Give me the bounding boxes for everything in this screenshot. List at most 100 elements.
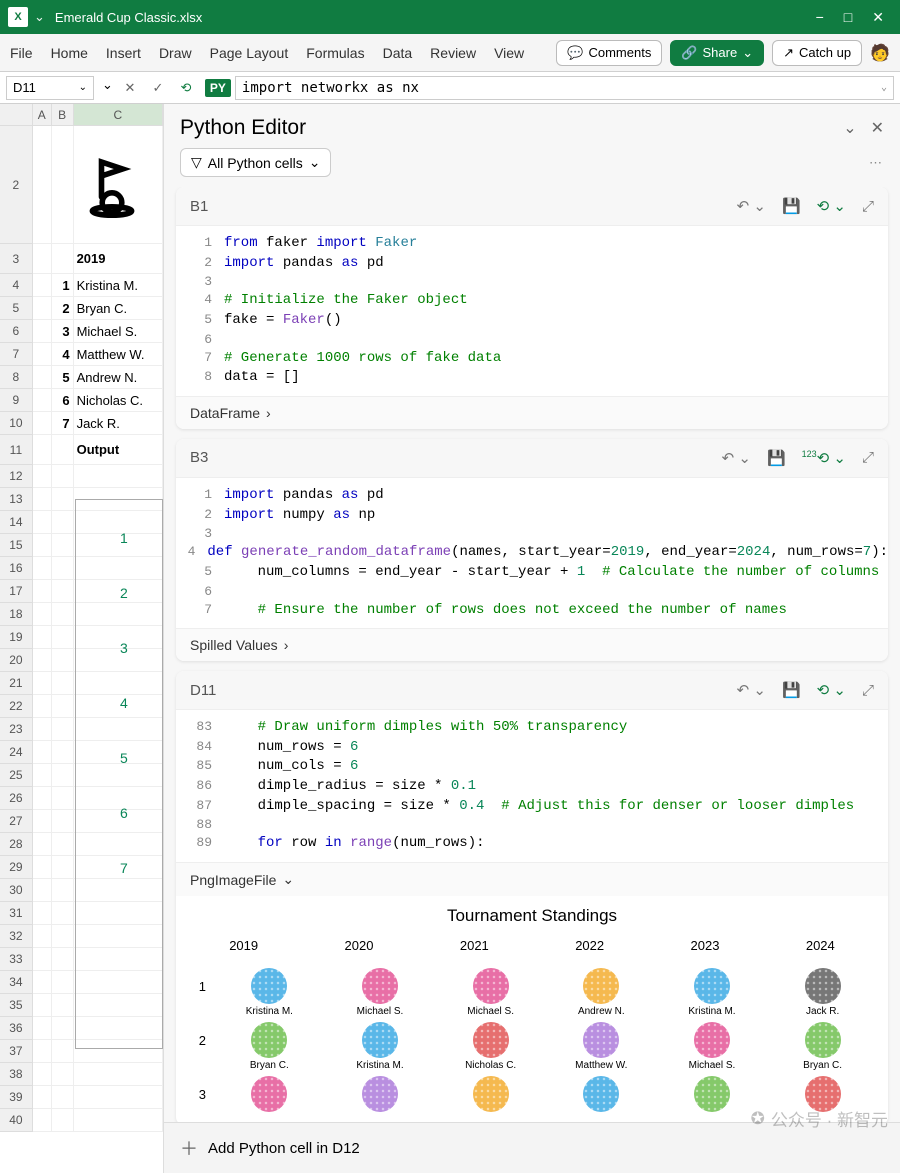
cell[interactable] [52, 718, 74, 741]
cell[interactable] [52, 244, 74, 274]
row-header[interactable]: 37 [0, 1040, 33, 1063]
cell[interactable] [33, 297, 52, 320]
row-header[interactable]: 24 [0, 741, 33, 764]
code-line[interactable]: 84 num_rows = 6 [176, 738, 888, 758]
cell[interactable] [33, 343, 52, 366]
row-header[interactable]: 33 [0, 948, 33, 971]
code-line[interactable]: 7# Generate 1000 rows of fake data [176, 349, 888, 369]
cell[interactable] [33, 626, 52, 649]
cell[interactable] [33, 810, 52, 833]
ribbon-tab-review[interactable]: Review [430, 45, 476, 61]
cell[interactable] [33, 925, 52, 948]
cell[interactable] [33, 274, 52, 297]
code-line[interactable]: 6 [176, 583, 888, 601]
cell[interactable] [74, 465, 163, 488]
row-header[interactable]: 39 [0, 1086, 33, 1109]
cell[interactable] [52, 810, 74, 833]
row-header[interactable]: 29 [0, 856, 33, 879]
save-icon[interactable]: 💾 [767, 449, 786, 467]
cell[interactable] [33, 787, 52, 810]
cell[interactable] [33, 741, 52, 764]
col-header-a[interactable]: A [33, 104, 52, 126]
cell[interactable] [33, 244, 52, 274]
close-pane-icon[interactable]: ✕ [871, 118, 884, 138]
catch-up-button[interactable]: ↗ Catch up [772, 40, 862, 66]
cell[interactable]: 3 [52, 320, 74, 343]
select-all-cell[interactable] [0, 104, 33, 126]
cell[interactable]: 2 [52, 297, 74, 320]
row-header[interactable]: 22 [0, 695, 33, 718]
row-header[interactable]: 10 [0, 412, 33, 435]
cell[interactable] [52, 925, 74, 948]
cell[interactable] [52, 511, 74, 534]
code-line[interactable]: 5 num_columns = end_year - start_year + … [176, 563, 888, 583]
cell[interactable] [52, 695, 74, 718]
cell[interactable] [52, 948, 74, 971]
ribbon-tab-draw[interactable]: Draw [159, 45, 192, 61]
code-line[interactable]: 3 [176, 525, 888, 543]
row-header[interactable]: 27 [0, 810, 33, 833]
cell[interactable] [33, 435, 52, 465]
row-header[interactable]: 8 [0, 366, 33, 389]
row-header[interactable]: 7 [0, 343, 33, 366]
cell[interactable] [33, 948, 52, 971]
worksheet-grid[interactable]: A B C 2 3 20194 1 Kristina M.5 2 Bryan C… [0, 104, 164, 1173]
code-line[interactable]: 2import pandas as pd [176, 254, 888, 274]
row-header[interactable]: 36 [0, 1017, 33, 1040]
expand-icon[interactable]: ⤢ [862, 449, 874, 466]
row-header[interactable]: 18 [0, 603, 33, 626]
code-line[interactable]: 83 # Draw uniform dimples with 50% trans… [176, 718, 888, 738]
cell[interactable] [33, 718, 52, 741]
cell[interactable] [33, 366, 52, 389]
filter-cells-dropdown[interactable]: ▽ All Python cells ⌄ [180, 148, 331, 177]
row-header[interactable]: 28 [0, 833, 33, 856]
cell[interactable] [52, 534, 74, 557]
cell[interactable] [52, 833, 74, 856]
row-header[interactable]: 25 [0, 764, 33, 787]
cell[interactable]: Matthew W. [74, 343, 163, 366]
quick-access-dropdown-icon[interactable]: ⌄ [34, 9, 45, 25]
cell[interactable] [33, 994, 52, 1017]
commit-type-icon[interactable]: 123⟲ ⌄ [802, 449, 846, 467]
save-icon[interactable]: 💾 [782, 681, 801, 699]
code-line[interactable]: 7 # Ensure the number of rows does not e… [176, 601, 888, 621]
code-line[interactable]: 1from faker import Faker [176, 234, 888, 254]
cell[interactable] [74, 1063, 163, 1086]
code-line[interactable]: 3 [176, 273, 888, 291]
row-header[interactable]: 9 [0, 389, 33, 412]
cell[interactable] [33, 1109, 52, 1132]
window-maximize-button[interactable]: □ [844, 9, 852, 26]
collapse-pane-icon[interactable]: ⌄ [843, 118, 856, 138]
cell[interactable] [33, 649, 52, 672]
cell[interactable] [33, 557, 52, 580]
row-header[interactable]: 23 [0, 718, 33, 741]
cell[interactable]: 7 [52, 412, 74, 435]
row-header[interactable]: 38 [0, 1063, 33, 1086]
col-header-b[interactable]: B [52, 104, 74, 126]
formula-insert-dropdown-icon[interactable]: ⌄ [102, 77, 113, 99]
cell[interactable]: 6 [52, 389, 74, 412]
cell[interactable] [74, 1109, 163, 1132]
cell[interactable] [33, 603, 52, 626]
cell[interactable] [52, 580, 74, 603]
code-line[interactable]: 85 num_cols = 6 [176, 757, 888, 777]
cell-output-type[interactable]: DataFrame › [176, 396, 888, 429]
row-header[interactable]: 19 [0, 626, 33, 649]
code-line[interactable]: 2import numpy as np [176, 506, 888, 526]
cell[interactable] [52, 764, 74, 787]
cell[interactable] [33, 764, 52, 787]
code-line[interactable]: 86 dimple_radius = size * 0.1 [176, 777, 888, 797]
row-header[interactable]: 15 [0, 534, 33, 557]
save-icon[interactable]: 💾 [782, 197, 801, 215]
row-header[interactable]: 35 [0, 994, 33, 1017]
cell[interactable] [33, 879, 52, 902]
cell[interactable] [33, 695, 52, 718]
cell[interactable] [52, 787, 74, 810]
expand-icon[interactable]: ⤢ [862, 198, 874, 215]
ribbon-tab-formulas[interactable]: Formulas [306, 45, 364, 61]
cell[interactable] [52, 1017, 74, 1040]
cell[interactable] [52, 1040, 74, 1063]
cell[interactable] [33, 465, 52, 488]
python-commit-icon[interactable]: ⟲ [175, 77, 197, 99]
row-header[interactable]: 6 [0, 320, 33, 343]
